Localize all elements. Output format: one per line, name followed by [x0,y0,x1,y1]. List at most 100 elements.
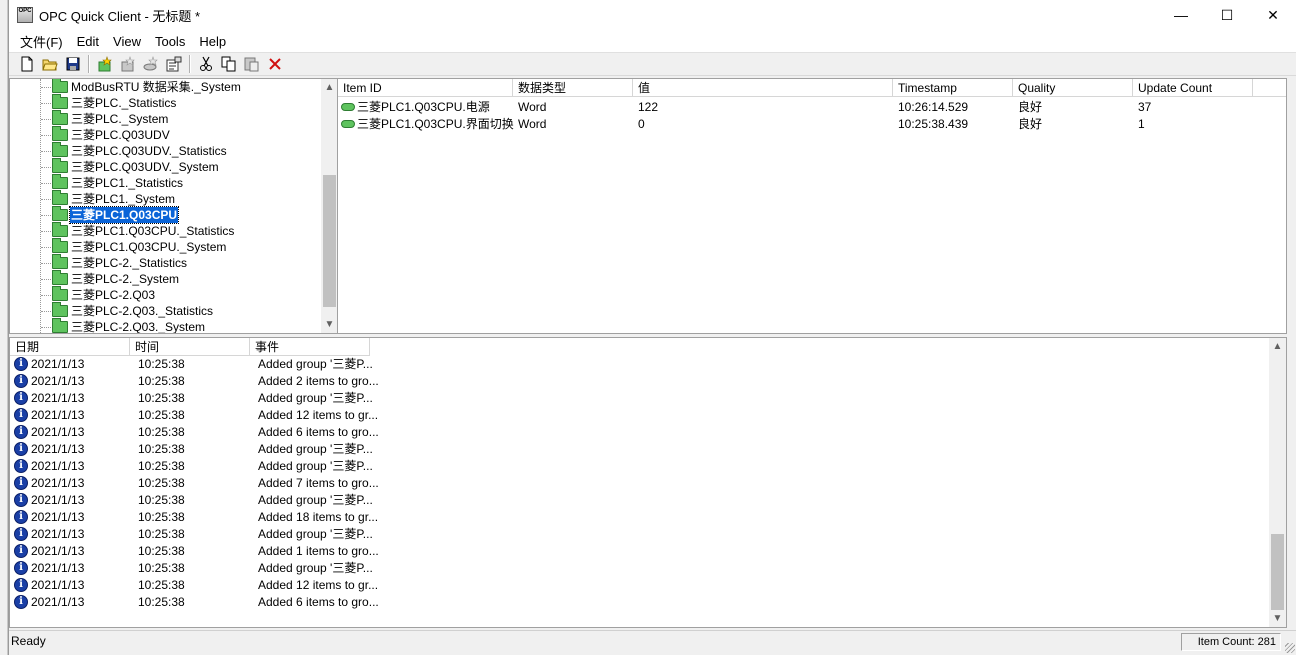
log-row[interactable]: i 2021/1/13 10:25:38 Added group '三菱P... [10,441,1270,458]
new-server-icon[interactable] [93,54,116,74]
properties-icon[interactable] [162,54,185,74]
tree-item-label: 三菱PLC._System [71,112,169,126]
save-icon[interactable] [61,54,84,74]
tree-item-label: 三菱PLC.Q03UDV [71,128,170,142]
value-cell: 0 [638,117,645,131]
log-row[interactable]: i 2021/1/13 10:25:38 Added group '三菱P... [10,560,1270,577]
update-count-cell: 1 [1138,117,1145,131]
log-row[interactable]: i 2021/1/13 10:25:38 Added 6 items to gro..… [10,424,1270,441]
column-update-count[interactable]: Update Count [1133,79,1253,97]
log-row[interactable]: i 2021/1/13 10:25:38 Added 12 items to gr..… [10,407,1270,424]
item-id-cell[interactable]: 三菱PLC1.Q03CPU.电源 [352,99,490,116]
tree-item[interactable]: 三菱PLC1._System [10,190,320,207]
log-date-cell: 2021/1/13 [31,357,85,371]
log-column-date[interactable]: 日期 [10,338,130,356]
log-row[interactable]: i 2021/1/13 10:25:38 Added 1 items to gro..… [10,543,1270,560]
group-folder-icon [52,238,68,253]
group-folder-icon [52,318,68,333]
column-data-type[interactable]: 数据类型 [513,79,633,97]
log-row[interactable]: i 2021/1/13 10:25:38 Added group '三菱P... [10,356,1270,373]
tree-item[interactable]: 三菱PLC-2._Statistics [10,254,320,271]
tree-item[interactable]: 三菱PLC.Q03UDV._Statistics [10,142,320,159]
paste-icon[interactable] [240,54,263,74]
log-time-cell: 10:25:38 [138,442,185,456]
group-folder-icon [52,174,68,189]
tree-item[interactable]: 三菱PLC-2.Q03._Statistics [10,302,320,319]
open-folder-icon[interactable] [38,54,61,74]
log-event-cell: Added group '三菱P... [258,391,373,405]
group-tree-panel[interactable]: ModBusRTU 数据采集._System 三菱PLC._Statistics 三… [9,78,339,334]
item-id-cell[interactable]: 三菱PLC1.Q03CPU.界面切换 [352,116,514,133]
log-row[interactable]: i 2021/1/13 10:25:38 Added group '三菱P... [10,526,1270,543]
column-quality[interactable]: Quality [1013,79,1133,97]
new-file-icon[interactable] [15,54,38,74]
log-column-time[interactable]: 时间 [130,338,250,356]
copy-icon[interactable] [217,54,240,74]
group-folder-icon [52,142,68,157]
menu-help[interactable]: Help [192,34,233,49]
tree-item[interactable]: 三菱PLC1.Q03CPU [10,206,320,224]
tree-scrollbar[interactable]: ▲ ▼ [321,79,338,333]
menu-bar: 文件(F) Edit View Tools Help [9,30,1296,52]
log-row[interactable]: i 2021/1/13 10:25:38 Added group '三菱P... [10,390,1270,407]
scroll-down-icon[interactable]: ▼ [1269,610,1286,627]
timestamp-cell: 10:25:38.439 [898,117,969,131]
close-button[interactable]: ✕ [1250,0,1296,30]
quality-cell: 良好 [1018,117,1043,131]
resize-grip-icon[interactable] [1285,643,1295,653]
log-row[interactable]: i 2021/1/13 10:25:38 Added 7 items to gro..… [10,475,1270,492]
maximize-button[interactable]: ☐ [1204,0,1250,30]
log-scrollbar[interactable]: ▲ ▼ [1269,338,1286,627]
log-date-cell: 2021/1/13 [31,442,85,456]
tree-item[interactable]: 三菱PLC1.Q03CPU._Statistics [10,222,320,239]
tree-item[interactable]: 三菱PLC1._Statistics [10,174,320,191]
log-time-cell: 10:25:38 [138,544,185,558]
tree-item[interactable]: 三菱PLC.Q03UDV [10,126,320,143]
log-row[interactable]: i 2021/1/13 10:25:38 Added 12 items to gr..… [10,577,1270,594]
log-column-event[interactable]: 事件 [250,338,370,356]
tree-item[interactable]: 三菱PLC-2.Q03 [10,286,320,303]
menu-view[interactable]: View [106,34,148,49]
menu-file[interactable]: 文件(F) [13,32,70,51]
column-timestamp[interactable]: Timestamp [893,79,1013,97]
log-scroll-thumb[interactable] [1271,534,1284,610]
event-log-panel[interactable]: 日期 时间 事件 i 2021/1/13 10:25:38 Added group '… [9,337,1287,628]
log-event-cell: Added 6 items to gro... [258,595,379,609]
new-group-icon[interactable] [116,54,139,74]
log-time-cell: 10:25:38 [138,578,185,592]
opc-app-icon: OPC [17,7,33,23]
tree-connector [41,199,51,200]
tree-item[interactable]: 三菱PLC._System [10,110,320,127]
column-value[interactable]: 值 [633,79,893,97]
tree-item-label: 三菱PLC-2.Q03._Statistics [71,304,214,318]
item-list-panel[interactable]: Item ID 数据类型 值 Timestamp Quality Update … [337,78,1287,334]
column-item-id[interactable]: Item ID [338,79,513,97]
new-item-icon[interactable] [139,54,162,74]
log-row[interactable]: i 2021/1/13 10:25:38 Added group '三菱P... [10,458,1270,475]
log-row[interactable]: i 2021/1/13 10:25:38 Added group '三菱P... [10,492,1270,509]
tree-item[interactable]: 三菱PLC-2._System [10,270,320,287]
tree-item[interactable]: 三菱PLC1.Q03CPU._System [10,238,320,255]
group-folder-icon [52,206,68,221]
tree-scroll-thumb[interactable] [323,175,336,307]
delete-icon[interactable] [263,54,286,74]
cut-icon[interactable] [194,54,217,74]
window-title: OPC Quick Client - 无标题 * [39,8,201,24]
menu-edit[interactable]: Edit [70,34,106,49]
tree-item[interactable]: 三菱PLC.Q03UDV._System [10,158,320,175]
scroll-up-icon[interactable]: ▲ [1269,338,1286,355]
group-folder-icon [52,79,68,93]
log-row[interactable]: i 2021/1/13 10:25:38 Added 2 items to gro..… [10,373,1270,390]
scroll-up-icon[interactable]: ▲ [321,79,338,96]
minimize-button[interactable]: — [1158,0,1204,30]
title-bar[interactable]: OPC OPC Quick Client - 无标题 * — ☐ ✕ [9,0,1296,30]
tree-item[interactable]: 三菱PLC._Statistics [10,94,320,111]
menu-tools[interactable]: Tools [148,34,192,49]
toolbar [9,52,1296,76]
log-row[interactable]: i 2021/1/13 10:25:38 Added 18 items to gr..… [10,509,1270,526]
tree-item[interactable]: ModBusRTU 数据采集._System [10,79,320,95]
log-row[interactable]: i 2021/1/13 10:25:38 Added 6 items to gro..… [10,594,1270,611]
tree-item[interactable]: 三菱PLC-2.Q03._System [10,318,320,333]
scroll-down-icon[interactable]: ▼ [321,316,338,333]
log-date-cell: 2021/1/13 [31,391,85,405]
